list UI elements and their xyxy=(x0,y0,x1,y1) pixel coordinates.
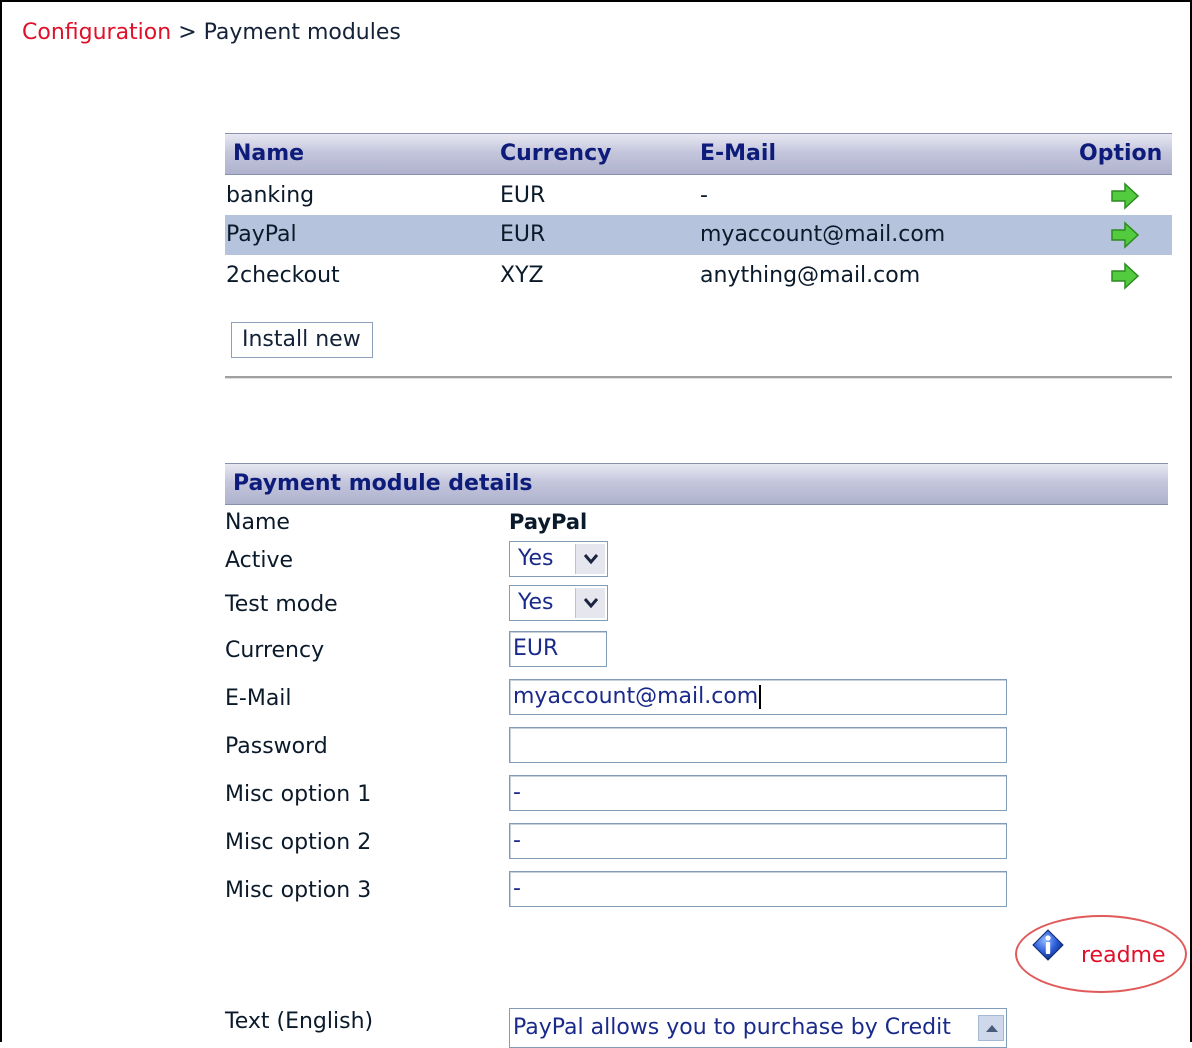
misc-option-1-input[interactable]: - xyxy=(509,775,1007,811)
breadcrumb: Configuration > Payment modules xyxy=(22,20,401,45)
row-email: anything@mail.com xyxy=(700,263,921,288)
row-name: 2checkout xyxy=(226,263,340,288)
row-name: PayPal xyxy=(226,222,297,247)
misc-option-2-input[interactable]: - xyxy=(509,823,1007,859)
active-label: Active xyxy=(225,548,294,573)
chevron-down-icon xyxy=(583,554,599,565)
text-english-textarea[interactable]: PayPal allows you to purchase by Credit xyxy=(509,1008,1007,1048)
green-arrow-right-icon[interactable] xyxy=(1110,262,1140,290)
row-currency: XYZ xyxy=(500,263,544,288)
column-header-name[interactable]: Name xyxy=(233,141,304,166)
email-input-value: myaccount@mail.com xyxy=(513,684,759,709)
install-new-button[interactable]: Install new xyxy=(231,322,373,358)
misc-option-3-label: Misc option 3 xyxy=(225,878,372,903)
details-section-header: Payment module details xyxy=(225,463,1168,505)
column-header-option[interactable]: Option xyxy=(1079,141,1162,166)
modules-table-header: Name Currency E-Mail Option xyxy=(225,133,1172,175)
active-select[interactable]: Yes xyxy=(509,541,608,577)
readme-link[interactable]: readme xyxy=(1081,943,1166,968)
chevron-down-icon xyxy=(583,598,599,609)
test-mode-select[interactable]: Yes xyxy=(509,585,608,621)
chevron-up-icon xyxy=(986,1025,998,1032)
dropdown-button[interactable] xyxy=(575,544,605,574)
scroll-up-button[interactable] xyxy=(978,1015,1004,1041)
window-frame-top xyxy=(0,0,1192,2)
misc-option-1-label: Misc option 1 xyxy=(225,782,372,807)
column-header-email[interactable]: E-Mail xyxy=(700,141,776,166)
dropdown-button[interactable] xyxy=(575,588,605,618)
active-select-value: Yes xyxy=(518,546,554,571)
misc-option-2-label: Misc option 2 xyxy=(225,830,372,855)
email-label: E-Mail xyxy=(225,686,292,711)
details-header-title: Payment module details xyxy=(233,471,533,496)
email-input[interactable]: myaccount@mail.com xyxy=(509,679,1007,715)
green-arrow-right-icon[interactable] xyxy=(1110,221,1140,249)
password-input[interactable] xyxy=(509,727,1007,763)
currency-label: Currency xyxy=(225,638,325,663)
row-name: banking xyxy=(226,183,315,208)
table-row[interactable]: 2checkout XYZ anything@mail.com xyxy=(225,256,1172,296)
green-arrow-right-icon[interactable] xyxy=(1110,182,1140,210)
info-icon[interactable] xyxy=(1031,928,1065,962)
test-mode-label: Test mode xyxy=(225,592,338,617)
currency-input[interactable]: EUR xyxy=(509,631,607,667)
section-divider xyxy=(225,376,1172,379)
row-currency: EUR xyxy=(500,222,546,247)
breadcrumb-configuration-link[interactable]: Configuration xyxy=(22,20,171,45)
breadcrumb-separator: > xyxy=(178,20,197,45)
misc-option-3-input[interactable]: - xyxy=(509,871,1007,907)
text-caret xyxy=(759,685,762,709)
row-email: - xyxy=(700,183,708,208)
row-email: myaccount@mail.com xyxy=(700,222,946,247)
table-row[interactable]: banking EUR - xyxy=(225,176,1172,216)
name-label: Name xyxy=(225,510,290,535)
test-mode-select-value: Yes xyxy=(518,590,554,615)
breadcrumb-current: Payment modules xyxy=(203,20,401,45)
name-value: PayPal xyxy=(509,510,588,534)
text-english-label: Text (English) xyxy=(225,1009,374,1034)
table-row-selected[interactable]: PayPal EUR myaccount@mail.com xyxy=(225,215,1172,255)
password-label: Password xyxy=(225,734,328,759)
row-currency: EUR xyxy=(500,183,546,208)
text-english-value: PayPal allows you to purchase by Credit xyxy=(513,1015,951,1040)
window-frame-left xyxy=(0,0,2,1042)
column-header-currency[interactable]: Currency xyxy=(500,141,611,166)
